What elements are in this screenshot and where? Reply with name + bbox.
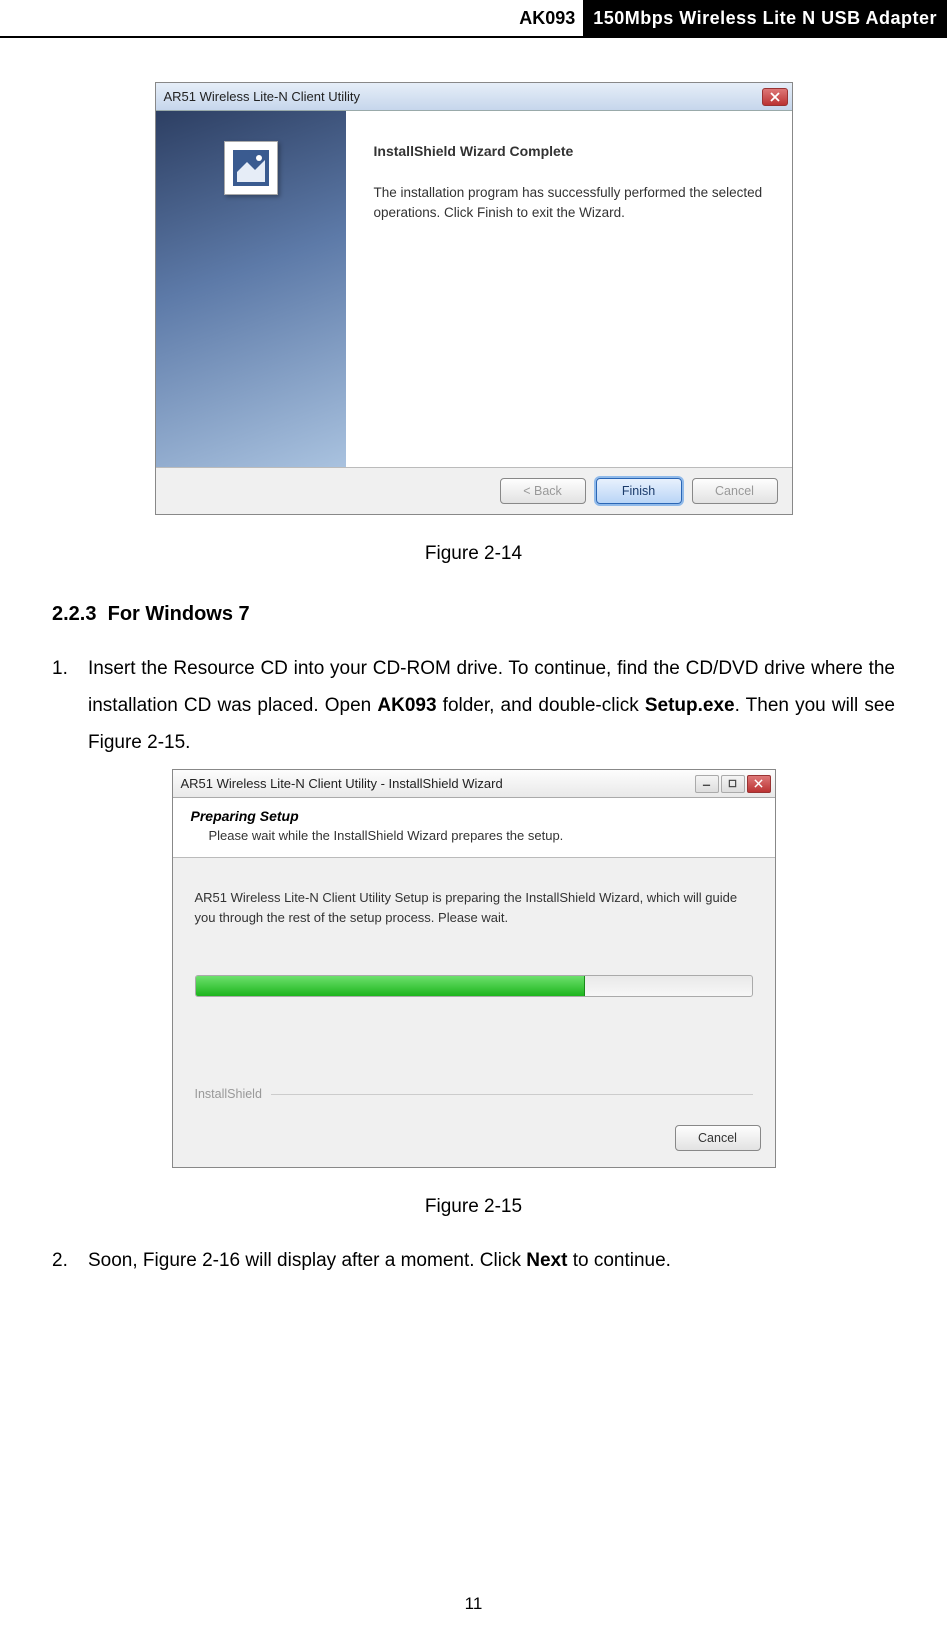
- step-1-text: Insert the Resource CD into your CD-ROM …: [88, 650, 895, 761]
- close-icon[interactable]: [747, 775, 771, 793]
- section-title: For Windows 7: [108, 603, 250, 625]
- step-1: 1. Insert the Resource CD into your CD-R…: [52, 650, 895, 761]
- wizard-heading: InstallShield Wizard Complete: [374, 143, 764, 159]
- dialog1-titlebar: AR51 Wireless Lite-N Client Utility: [156, 83, 792, 111]
- installshield-logo-icon: [224, 141, 278, 195]
- dialog2-body-text: AR51 Wireless Lite-N Client Utility Setu…: [195, 888, 753, 927]
- header-title: 150Mbps Wireless Lite N USB Adapter: [583, 0, 947, 36]
- figure-2-14-caption: Figure 2-14: [52, 543, 895, 565]
- cancel-button[interactable]: Cancel: [692, 478, 778, 504]
- preparing-setup-title: Preparing Setup: [191, 808, 757, 824]
- dialog2-footer: Cancel: [173, 1113, 775, 1167]
- dialog2-title: AR51 Wireless Lite-N Client Utility - In…: [181, 776, 503, 791]
- step-2-number: 2.: [52, 1242, 88, 1279]
- wizard-main: InstallShield Wizard Complete The instal…: [346, 111, 792, 467]
- dialog2-body: AR51 Wireless Lite-N Client Utility Setu…: [173, 858, 775, 1113]
- step-1-number: 1.: [52, 650, 88, 761]
- installshield-label: InstallShield: [195, 1087, 753, 1101]
- figure-2-15-wrap: AR51 Wireless Lite-N Client Utility - In…: [52, 769, 895, 1168]
- page-number: 11: [465, 1594, 483, 1614]
- header-model: AK093: [511, 8, 583, 29]
- preparing-setup-dialog: AR51 Wireless Lite-N Client Utility - In…: [172, 769, 776, 1168]
- close-icon[interactable]: [762, 88, 788, 106]
- section-number: 2.2.3: [52, 603, 96, 625]
- preparing-setup-subtitle: Please wait while the InstallShield Wiza…: [209, 828, 757, 843]
- dialog1-body: InstallShield Wizard Complete The instal…: [156, 111, 792, 467]
- progress-bar: [195, 975, 753, 997]
- preparing-setup-header: Preparing Setup Please wait while the In…: [173, 798, 775, 858]
- cancel-button[interactable]: Cancel: [675, 1125, 761, 1151]
- dialog2-titlebar: AR51 Wireless Lite-N Client Utility - In…: [173, 770, 775, 798]
- maximize-icon[interactable]: [721, 775, 745, 793]
- wizard-side-banner: [156, 111, 346, 467]
- back-button[interactable]: < Back: [500, 478, 586, 504]
- minimize-icon[interactable]: [695, 775, 719, 793]
- section-2-2-3-heading: 2.2.3 For Windows 7: [52, 603, 895, 626]
- wizard-body-text: The installation program has successfull…: [374, 183, 764, 224]
- progress-fill: [196, 976, 585, 996]
- page-header: AK093 150Mbps Wireless Lite N USB Adapte…: [0, 0, 947, 38]
- finish-button[interactable]: Finish: [596, 478, 682, 504]
- dialog1-footer: < Back Finish Cancel: [156, 467, 792, 514]
- figure-2-15-caption: Figure 2-15: [52, 1196, 895, 1218]
- figure-2-14-wrap: AR51 Wireless Lite-N Client Utility Inst…: [52, 82, 895, 515]
- wizard-complete-dialog: AR51 Wireless Lite-N Client Utility Inst…: [155, 82, 793, 515]
- step-2-text: Soon, Figure 2-16 will display after a m…: [88, 1242, 895, 1279]
- dialog1-title: AR51 Wireless Lite-N Client Utility: [164, 89, 361, 104]
- step-2: 2. Soon, Figure 2-16 will display after …: [52, 1242, 895, 1279]
